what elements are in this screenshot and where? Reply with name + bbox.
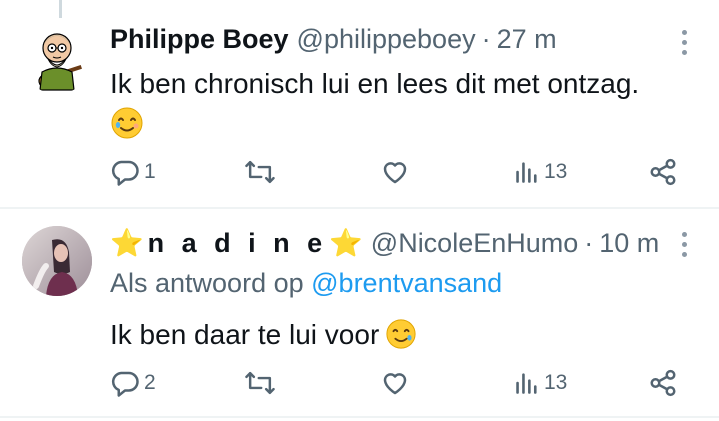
views-button[interactable]: 13 xyxy=(514,365,567,401)
display-name[interactable]: n a d i n e xyxy=(148,228,328,259)
tweet-divider xyxy=(0,416,719,418)
like-icon xyxy=(383,162,407,184)
more-icon[interactable] xyxy=(678,30,690,55)
replying-to: Als antwoord op @brentvansand xyxy=(110,268,502,299)
separator-dot: · xyxy=(584,228,594,258)
reply-prefix: Als antwoord op xyxy=(110,268,304,298)
tweet-actions: 2 13 xyxy=(110,365,690,401)
tweet[interactable]: ⭐ n a d i n e ⭐ @NicoleEnHumo · 10 m Als… xyxy=(0,209,719,421)
reply-icon xyxy=(111,160,139,186)
reply-count: 1 xyxy=(144,160,156,183)
reply-button[interactable]: 2 xyxy=(110,365,156,401)
retweet-button[interactable] xyxy=(244,154,276,190)
reply-icon xyxy=(111,371,139,397)
user-handle[interactable]: @NicoleEnHumo xyxy=(371,228,578,259)
share-icon xyxy=(650,158,676,186)
retweet-icon xyxy=(245,371,275,395)
tweet-text: Ik ben chronisch lui en lees dit met ont… xyxy=(110,68,640,99)
star-emoji-suffix: ⭐ xyxy=(329,228,363,258)
timestamp[interactable]: 27 m xyxy=(497,24,557,55)
like-button[interactable] xyxy=(380,154,410,190)
tweet[interactable]: Philippe Boey @philippeboey · 27 m Ik be… xyxy=(0,0,719,208)
tweet-header: ⭐ n a d i n e ⭐ @NicoleEnHumo · 10 m xyxy=(110,227,659,259)
views-icon xyxy=(516,162,537,183)
tweet-text: Ik ben daar te lui voor xyxy=(110,319,380,350)
reply-count: 2 xyxy=(144,371,156,394)
separator-dot: · xyxy=(481,24,491,54)
share-button[interactable] xyxy=(648,154,678,190)
share-button[interactable] xyxy=(648,365,678,401)
view-count: 13 xyxy=(544,160,568,183)
more-icon[interactable] xyxy=(678,232,690,257)
display-name[interactable]: Philippe Boey xyxy=(110,24,289,55)
smiling-face-with-tear-emoji xyxy=(110,106,144,140)
share-icon xyxy=(650,369,676,397)
avatar[interactable] xyxy=(22,226,92,296)
timestamp[interactable]: 10 m xyxy=(599,228,659,259)
like-button[interactable] xyxy=(380,365,410,401)
avatar[interactable] xyxy=(22,24,92,94)
user-handle[interactable]: @philippeboey xyxy=(297,24,476,55)
reply-mention-link[interactable]: @brentvansand xyxy=(311,268,502,298)
retweet-icon xyxy=(245,160,275,184)
tweet-text-container: Ik ben daar te lui voor xyxy=(110,318,417,351)
views-icon xyxy=(516,373,537,394)
view-count: 13 xyxy=(544,371,568,394)
views-button[interactable]: 13 xyxy=(514,154,567,190)
like-icon xyxy=(383,373,407,395)
retweet-button[interactable] xyxy=(244,365,276,401)
reply-button[interactable]: 1 xyxy=(110,154,156,190)
tweet-header: Philippe Boey @philippeboey · 27 m xyxy=(110,24,557,55)
tweet-actions: 1 13 xyxy=(110,154,690,190)
star-emoji-prefix: ⭐ xyxy=(110,228,144,258)
smiling-face-with-tear-emoji xyxy=(385,318,417,350)
